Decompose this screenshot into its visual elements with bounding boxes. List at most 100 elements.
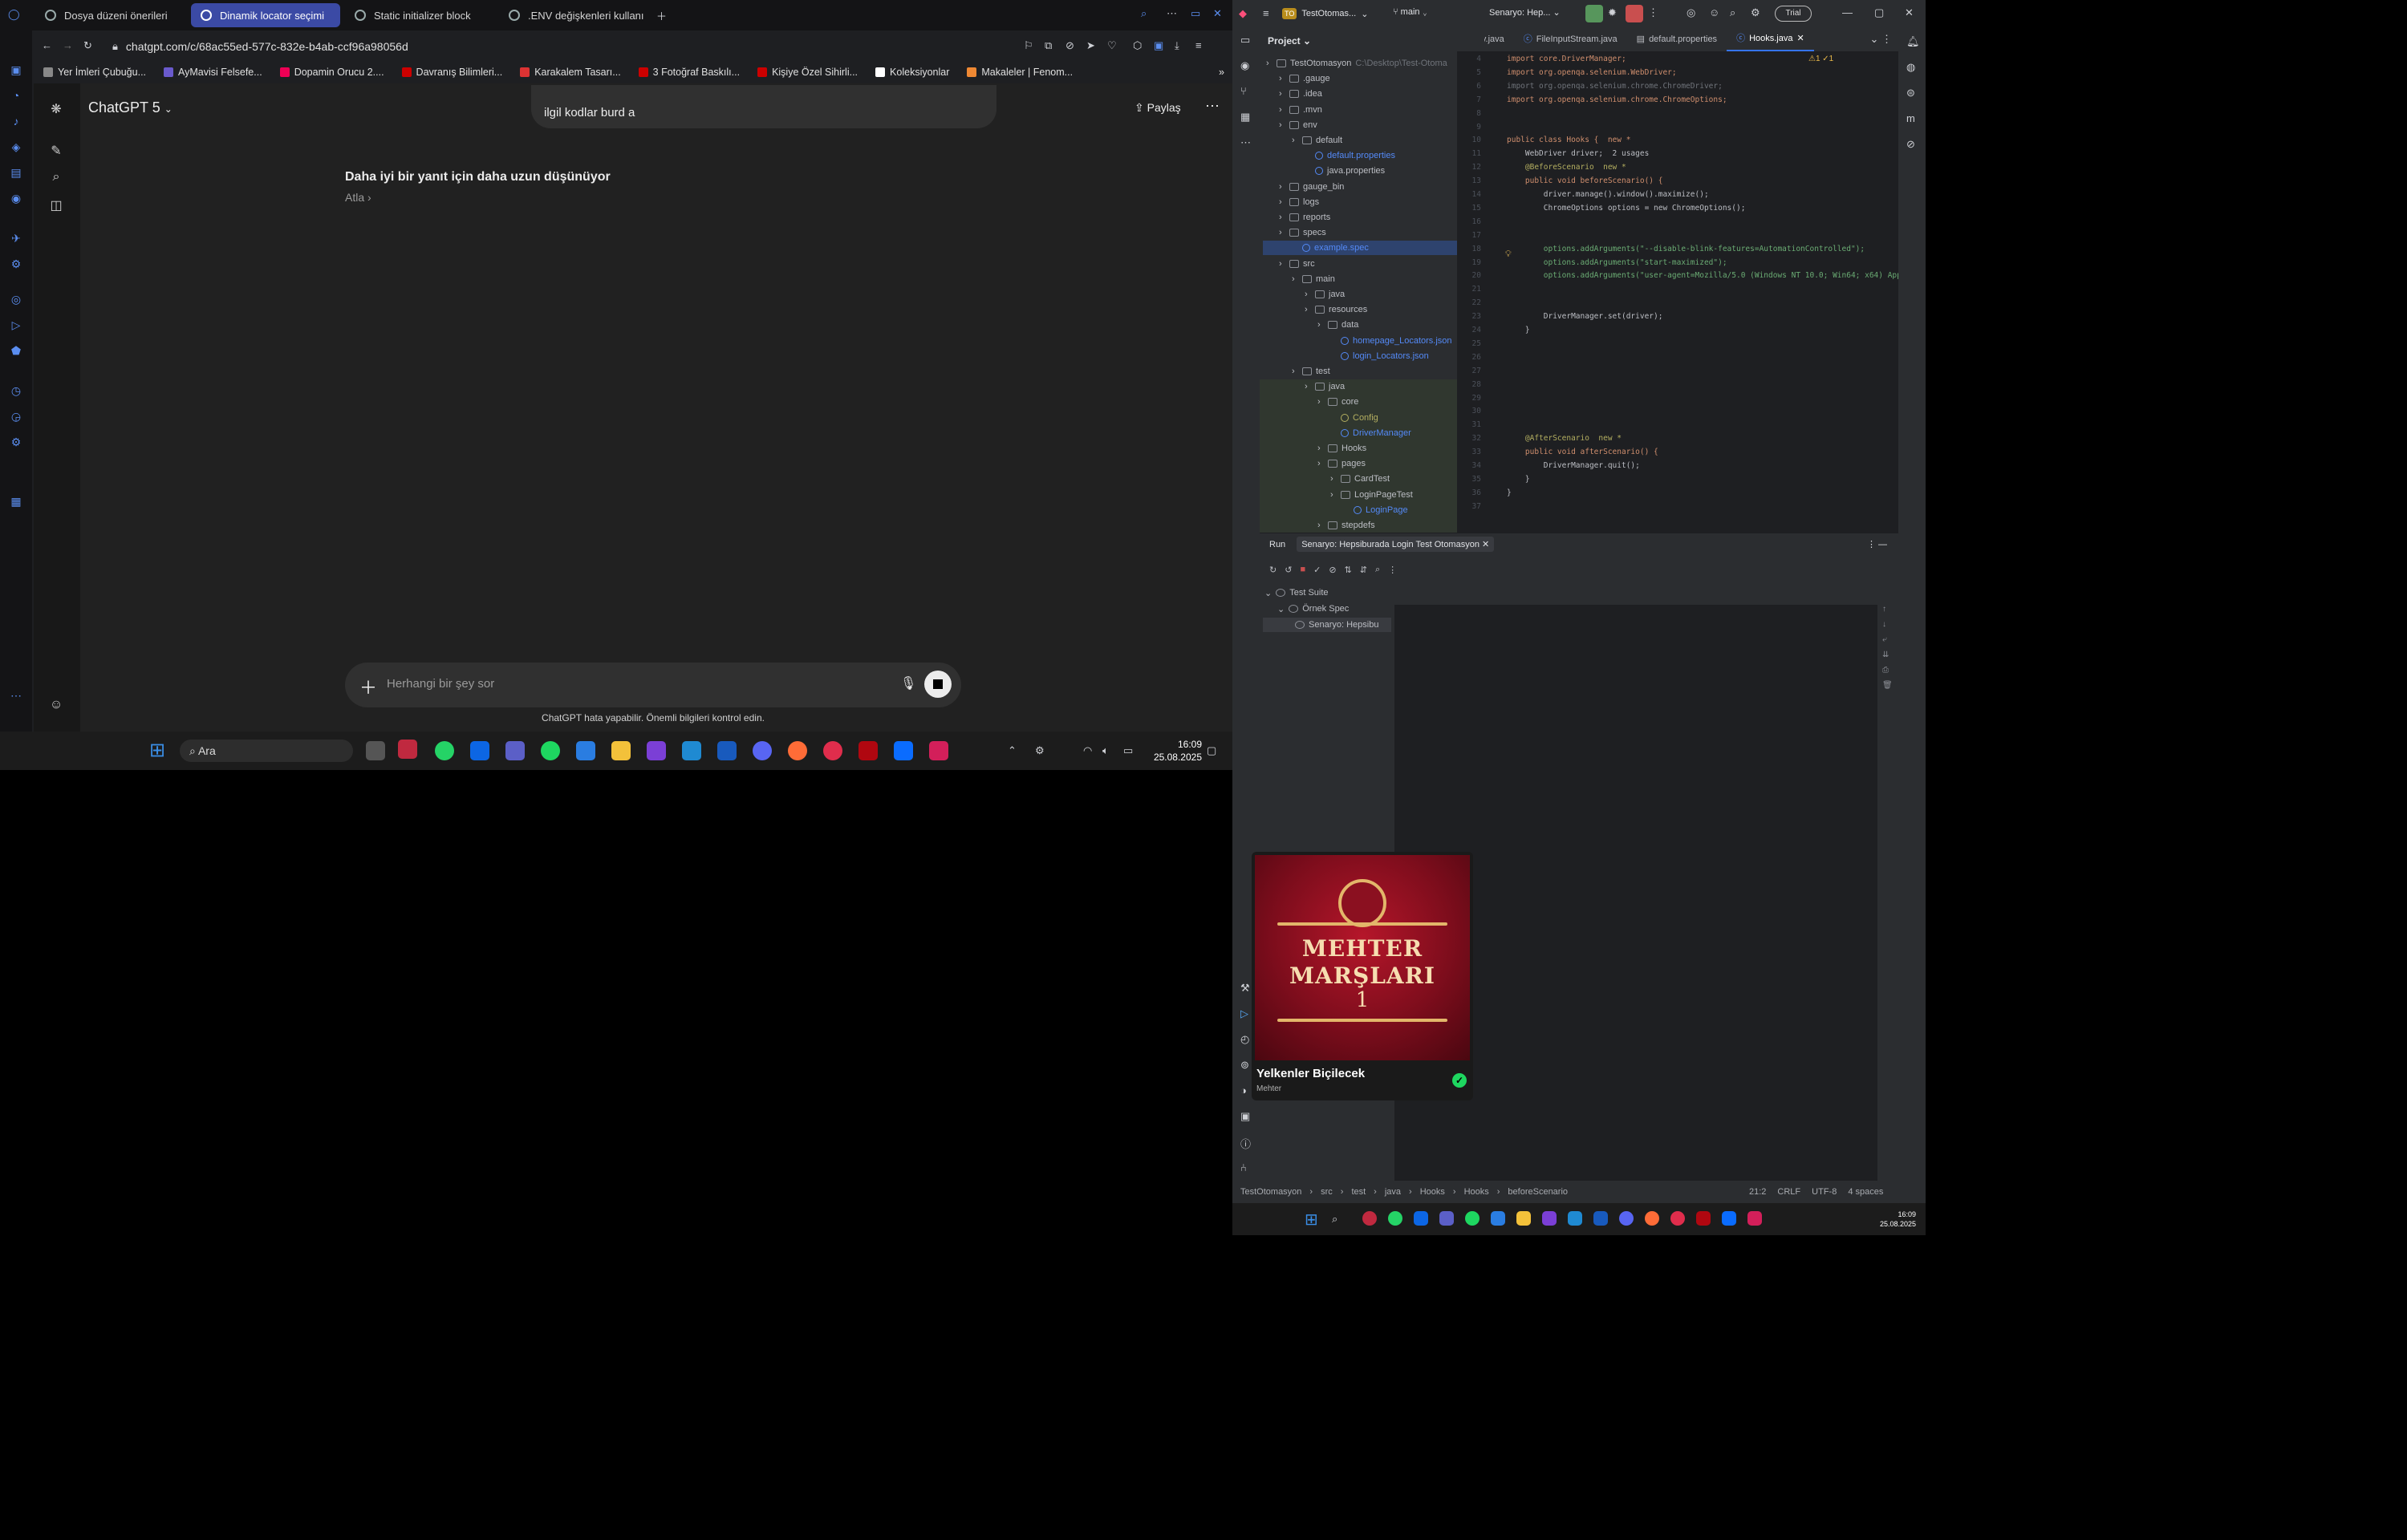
stop-button[interactable]: [924, 671, 952, 698]
breadcrumb-item[interactable]: TestOtomasyon: [1240, 1187, 1301, 1197]
expand-icon[interactable]: ›: [1266, 59, 1273, 68]
tree-item[interactable]: example.spec: [1263, 241, 1460, 256]
plugins-tool-icon[interactable]: ◑: [1240, 1084, 1247, 1096]
trello-icon[interactable]: [1414, 1211, 1428, 1226]
tree-item[interactable]: › LoginPageTest: [1330, 488, 1413, 502]
tree-item[interactable]: › java: [1305, 379, 1345, 394]
tray-icon[interactable]: ⚙: [1035, 744, 1045, 757]
bookmark-item[interactable]: Kişiye Özel Sihirli...: [757, 67, 858, 78]
editor-tab[interactable]: ▤ default.properties: [1627, 27, 1727, 51]
ai-assistant-icon[interactable]: ◍: [1906, 61, 1915, 74]
notification-icon[interactable]: ▢: [1207, 744, 1216, 757]
taskbar-clock[interactable]: 16:09 25.08.2025: [1146, 738, 1202, 764]
wifi-icon[interactable]: ◠: [1083, 744, 1092, 757]
tree-item[interactable]: DriverManager: [1330, 426, 1411, 440]
sidebar-app-icon[interactable]: ⚙: [9, 257, 23, 271]
message-composer[interactable]: ＋ Herhangi bir şey sor 🎙︎: [345, 663, 961, 707]
project-tool-icon[interactable]: ▭: [1240, 34, 1250, 47]
breadcrumb-item[interactable]: beforeScenario: [1508, 1187, 1568, 1197]
tree-item[interactable]: › Hooks: [1317, 441, 1366, 456]
tree-item[interactable]: › resources: [1305, 302, 1367, 317]
app-icon[interactable]: [1722, 1211, 1736, 1226]
tree-item[interactable]: › TestOtomasyon C:\Desktop\Test-Otoma: [1266, 56, 1447, 71]
stop-button[interactable]: [1626, 5, 1643, 22]
gradle-icon[interactable]: ⊘: [1906, 138, 1915, 151]
trial-badge[interactable]: Trial: [1775, 6, 1812, 22]
sidebar-app-icon[interactable]: ◶: [9, 409, 23, 424]
url-bar[interactable]: 🔒︎ chatgpt.com/c/68ac55ed-577c-832e-b4ab…: [112, 35, 995, 58]
expand-icon[interactable]: ›: [1317, 521, 1324, 530]
tree-item[interactable]: › data: [1317, 318, 1358, 332]
tree-item[interactable]: › .gauge: [1279, 71, 1330, 86]
expand-icon[interactable]: ›: [1279, 197, 1285, 207]
structure-tool-icon[interactable]: ▦: [1240, 111, 1250, 124]
openai-logo-icon[interactable]: ❋: [48, 101, 64, 117]
search-icon[interactable]: ⌕: [48, 170, 64, 186]
reload-icon[interactable]: ↻: [83, 39, 92, 52]
tree-item[interactable]: homepage_Locators.json: [1330, 334, 1452, 348]
adblock-icon[interactable]: ⊘: [1065, 39, 1074, 52]
skip-link[interactable]: Atla ›: [345, 191, 371, 204]
expand-icon[interactable]: ›: [1279, 89, 1285, 99]
sidebar-app-icon[interactable]: ▷: [9, 318, 23, 332]
database-tool-icon[interactable]: ⊚: [1240, 1059, 1249, 1072]
sidebar-app-icon[interactable]: ⬟: [9, 343, 23, 358]
maximize-icon[interactable]: ▢: [1874, 6, 1884, 19]
tree-item[interactable]: › .mvn: [1279, 103, 1322, 117]
sidebar-app-icon[interactable]: ◈: [9, 140, 23, 154]
browser-tab-active[interactable]: Dinamik locator seçimi: [191, 3, 340, 27]
tree-item[interactable]: › main: [1292, 272, 1335, 286]
browser-tab[interactable]: Dosya düzeni önerileri: [35, 3, 185, 27]
expand-icon[interactable]: ›: [1279, 182, 1285, 192]
clear-icon[interactable]: 🗑︎: [1882, 681, 1895, 690]
wallet-icon[interactable]: ▣: [1154, 39, 1163, 52]
menu-icon[interactable]: ≡: [1195, 39, 1202, 51]
account-icon[interactable]: ☺: [1709, 6, 1719, 18]
sidebar-app-icon[interactable]: ♪: [9, 114, 23, 128]
opera-icon[interactable]: [1362, 1211, 1377, 1226]
expand-icon[interactable]: ›: [1292, 274, 1298, 284]
tree-item[interactable]: › gauge_bin: [1279, 180, 1344, 194]
test-tree-item[interactable]: ⌄ Örnek Spec: [1277, 602, 1349, 616]
library-icon[interactable]: ◫: [48, 197, 64, 213]
expand-icon[interactable]: ›: [1330, 474, 1337, 484]
test-tree-item[interactable]: ⌄ Test Suite: [1264, 586, 1329, 600]
tree-item[interactable]: › core: [1317, 395, 1358, 409]
git-tool-icon[interactable]: ⑃: [1240, 1161, 1247, 1173]
expand-icon[interactable]: ›: [1279, 74, 1285, 83]
expand-icon[interactable]: ›: [1292, 136, 1298, 145]
close-icon[interactable]: ✕: [1213, 7, 1222, 20]
debug-icon[interactable]: ✹: [1608, 6, 1617, 19]
bookmarks-overflow-icon[interactable]: »: [1219, 67, 1232, 78]
tree-item[interactable]: › CardTest: [1330, 472, 1390, 486]
history-icon[interactable]: ◷: [9, 383, 23, 398]
more-icon[interactable]: ⋯: [9, 688, 23, 703]
more-icon[interactable]: ⋯: [1167, 7, 1177, 20]
browser-logo-icon[interactable]: ◯: [8, 8, 20, 21]
expand-icon[interactable]: ›: [1305, 305, 1311, 314]
browser-tab[interactable]: .ENV değişkenleri kullanı: [499, 3, 648, 27]
vscode-icon[interactable]: [1568, 1211, 1582, 1226]
bookmark-item[interactable]: Dopamin Orucu 2....: [279, 67, 384, 78]
bookmark-item[interactable]: Davranış Bilimleri...: [401, 67, 502, 78]
sidebar-app-icon[interactable]: ▦: [9, 494, 23, 509]
expand-icon[interactable]: ›: [1279, 213, 1285, 222]
file-explorer-icon[interactable]: [1516, 1211, 1531, 1226]
file-explorer-icon[interactable]: [611, 741, 631, 760]
discord-icon[interactable]: [1619, 1211, 1634, 1226]
volume-icon[interactable]: 🔈︎: [1102, 744, 1109, 757]
close-icon[interactable]: ✕: [1905, 6, 1914, 19]
model-selector[interactable]: ChatGPT 5 ⌄: [88, 99, 173, 116]
sidebar-app-icon[interactable]: ◔: [9, 88, 23, 103]
run-config-tab[interactable]: Senaryo: Hepsiburada Login Test Otomasyo…: [1297, 537, 1495, 552]
bookmark-item[interactable]: Yer İmleri Çubuğu...: [43, 67, 146, 78]
postman-icon[interactable]: [788, 741, 807, 760]
extensions-icon[interactable]: ⬡: [1133, 39, 1142, 52]
taskbar-search[interactable]: ⌕ Ara: [180, 740, 353, 762]
status-item[interactable]: 4 spaces: [1848, 1187, 1883, 1197]
new-chat-icon[interactable]: ✎: [48, 143, 64, 159]
vcs-tool-icon[interactable]: ⑂: [1240, 85, 1247, 97]
sidebar-app-icon[interactable]: ▤: [9, 165, 23, 180]
tree-item[interactable]: › src: [1279, 257, 1315, 271]
branch-selector[interactable]: ⑂ main ⌄: [1393, 7, 1427, 17]
